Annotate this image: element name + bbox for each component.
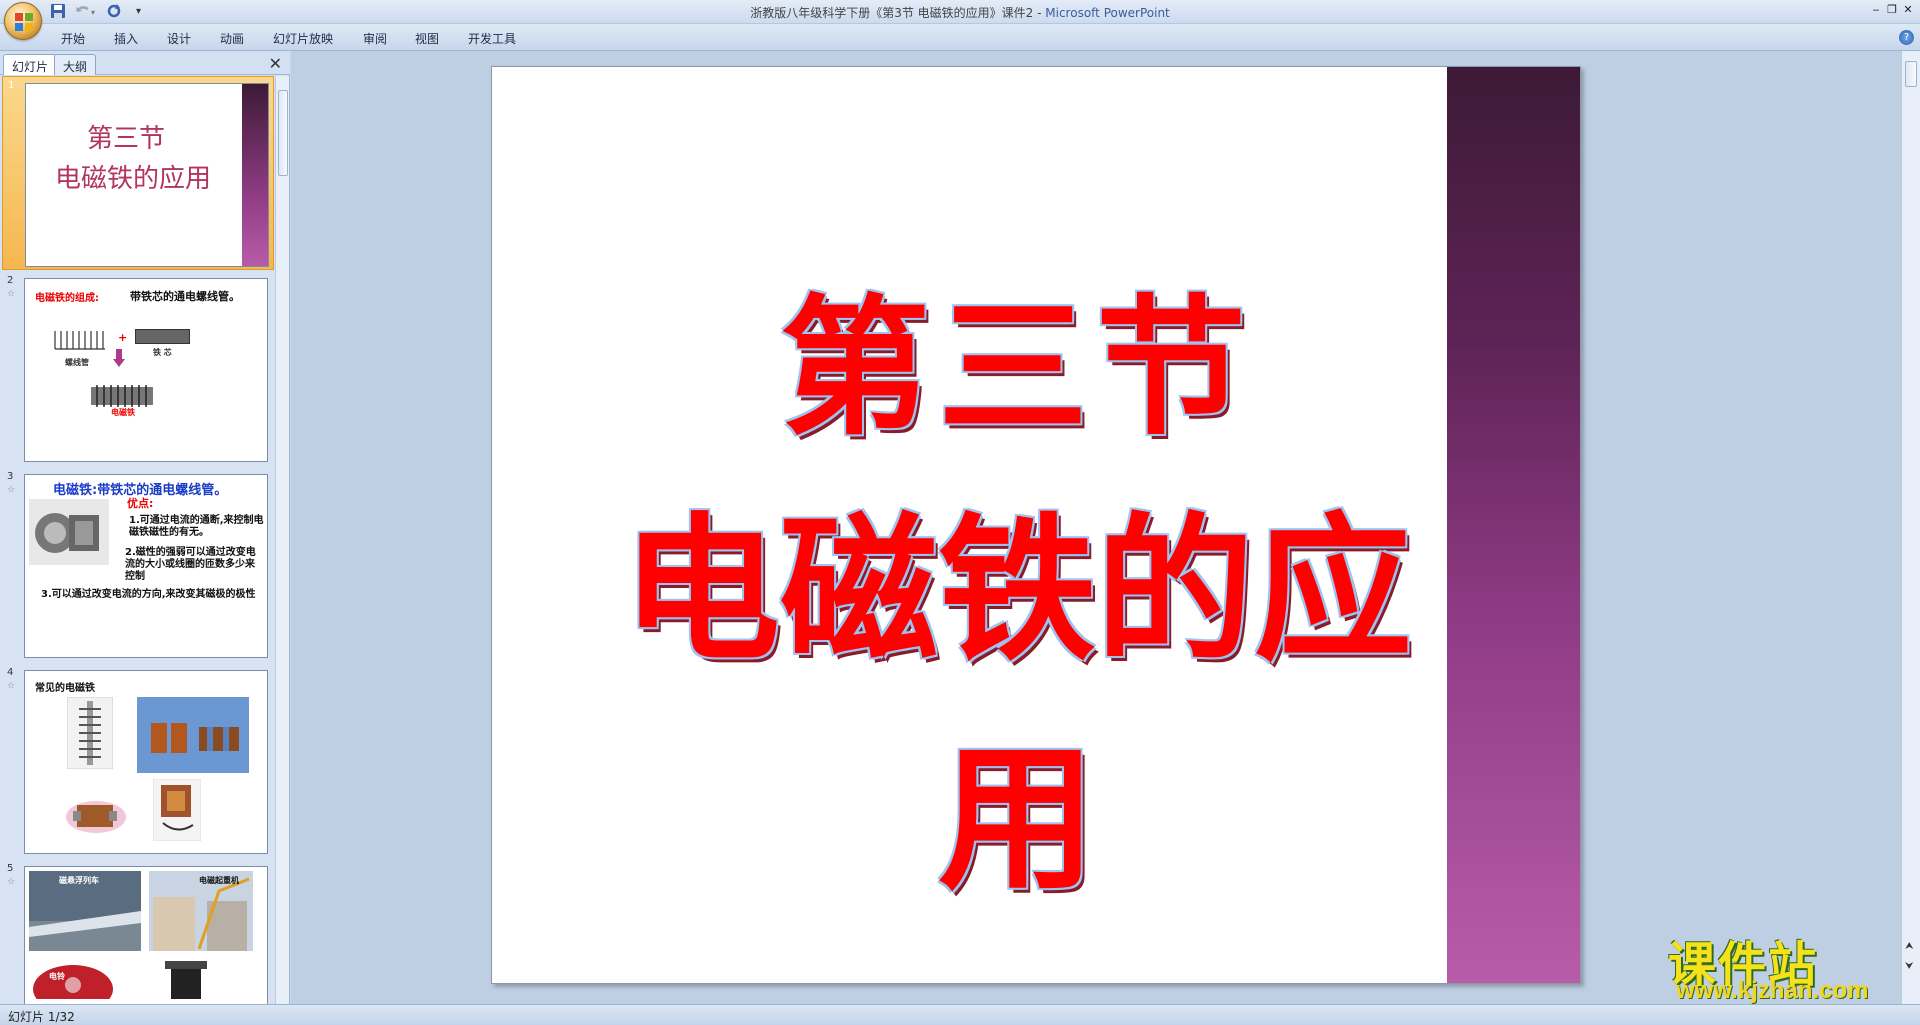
scrollbar-thumb[interactable] bbox=[278, 90, 288, 176]
electromagnet-icon bbox=[91, 385, 153, 407]
point-2: 2.磁性的强弱可以通过改变电流的大小或线圈的匝数多少来控制 bbox=[125, 547, 256, 582]
thumbnail-preview: 第三节 电磁铁的应用 bbox=[25, 83, 269, 267]
close-window-button[interactable]: ✕ bbox=[1900, 2, 1916, 18]
previous-slide-icon[interactable]: ⮝ bbox=[1905, 941, 1914, 952]
tab-insert[interactable]: 插入 bbox=[114, 30, 138, 47]
relay-photo bbox=[153, 779, 201, 841]
bell-photo bbox=[33, 965, 113, 999]
slide-number: 3 bbox=[7, 471, 14, 482]
tab-design[interactable]: 设计 bbox=[167, 30, 191, 47]
watermark-url: www.kjzhan.com bbox=[1676, 977, 1869, 1004]
slide-thumbnail-2[interactable]: 2 ☆ 电磁铁的组成: 带铁芯的通电螺线管。 螺线管 + 铁 芯 电磁铁 bbox=[2, 272, 274, 466]
animation-star-icon: ☆ bbox=[7, 877, 16, 887]
tab-slideshow[interactable]: 幻灯片放映 bbox=[273, 30, 333, 47]
thumbnail-preview: 磁悬浮列车 电磁起重机 电铃 bbox=[24, 866, 268, 1004]
slide-canvas[interactable]: 第三节 电磁铁的应用 bbox=[491, 66, 1581, 984]
slide-number: 4 bbox=[7, 667, 14, 678]
down-arrow-icon bbox=[113, 349, 125, 367]
caption-maglev: 磁悬浮列车 bbox=[59, 876, 99, 885]
tab-view[interactable]: 视图 bbox=[415, 30, 439, 47]
thumb-title-line2: 电磁铁的应用 bbox=[54, 164, 211, 194]
electromagnet-photo bbox=[29, 499, 109, 565]
core-label: 铁 芯 bbox=[153, 348, 172, 357]
help-icon[interactable]: ? bbox=[1899, 30, 1914, 45]
animation-star-icon: ☆ bbox=[7, 681, 16, 691]
app-name: Microsoft PowerPoint bbox=[1045, 6, 1170, 20]
thumb-advantage: 优点: bbox=[127, 497, 154, 510]
point-3: 3.可以通过改变电流的方向,来改变其磁极的极性 bbox=[41, 589, 256, 600]
slide-number: 1 bbox=[8, 80, 15, 91]
slide-thumbnail-4[interactable]: 4 ☆ 常见的电磁铁 bbox=[2, 664, 274, 858]
solenoid-photo bbox=[66, 801, 126, 833]
electromagnet-label: 电磁铁 bbox=[111, 408, 135, 417]
tab-outline[interactable]: 大纲 bbox=[54, 54, 97, 75]
device-photo bbox=[165, 961, 207, 999]
minimize-button[interactable]: ‒ bbox=[1868, 2, 1884, 18]
close-pane-icon[interactable]: ✕ bbox=[269, 54, 282, 73]
office-button[interactable] bbox=[4, 2, 42, 40]
slide-counter: 幻灯片 1/32 bbox=[8, 1010, 75, 1024]
pane-tabs: 幻灯片 大纲 ✕ bbox=[0, 51, 290, 75]
slide-title-line1[interactable]: 第三节 bbox=[642, 247, 1392, 464]
watermark-logo: 课件站 www.kjzhan.com bbox=[1668, 925, 1902, 1005]
tab-developer[interactable]: 开发工具 bbox=[468, 30, 516, 47]
scrollbar-thumb[interactable] bbox=[1905, 61, 1917, 87]
tab-home[interactable]: 开始 bbox=[61, 30, 85, 47]
ribbon-tabs: 开始 插入 设计 动画 幻灯片放映 审阅 视图 开发工具 ? bbox=[0, 24, 1920, 51]
slide-number: 2 bbox=[7, 275, 14, 286]
slides-pane: 幻灯片 大纲 ✕ 1 第三节 电磁铁的应用 2 ☆ 电磁铁的组成: 带铁芯的通电… bbox=[0, 51, 290, 1004]
thumb-title-line1: 第三节 bbox=[86, 124, 165, 154]
main-scrollbar[interactable]: ⮝ ⮟ bbox=[1901, 51, 1920, 1004]
tab-slides[interactable]: 幻灯片 bbox=[3, 54, 58, 75]
document-title: 浙教版八年级科学下册《第3节 电磁铁的应用》课件2 - bbox=[750, 6, 1046, 20]
office-logo-icon bbox=[15, 13, 33, 31]
slide-thumbnail-1[interactable]: 1 第三节 电磁铁的应用 bbox=[2, 76, 274, 270]
thumbnail-preview: 常见的电磁铁 bbox=[24, 670, 268, 854]
tab-animations[interactable]: 动画 bbox=[220, 30, 244, 47]
plus-sign: + bbox=[118, 331, 128, 344]
slide-thumbnail-5[interactable]: 5 ☆ 磁悬浮列车 电磁起重机 电铃 bbox=[2, 860, 274, 1004]
window-title: 浙教版八年级科学下册《第3节 电磁铁的应用》课件2 - Microsoft Po… bbox=[0, 4, 1920, 21]
coil-label: 螺线管 bbox=[65, 358, 89, 367]
coil-icon bbox=[54, 331, 105, 350]
slide-editing-area: 第三节 电磁铁的应用 bbox=[291, 51, 1901, 1004]
thumb-side-band bbox=[242, 84, 268, 266]
slide-thumbnail-3[interactable]: 3 ☆ 电磁铁:带铁芯的通电螺线管。 优点: 1.可通过电流的通断,来控制电磁铁… bbox=[2, 468, 274, 662]
thumbnail-list: 1 第三节 电磁铁的应用 2 ☆ 电磁铁的组成: 带铁芯的通电螺线管。 螺线管 … bbox=[0, 76, 275, 1004]
animation-star-icon: ☆ bbox=[7, 289, 16, 299]
next-slide-icon[interactable]: ⮟ bbox=[1905, 961, 1914, 972]
maximize-button[interactable]: ❐ bbox=[1884, 2, 1900, 18]
status-bar: 幻灯片 1/32 bbox=[0, 1004, 1920, 1025]
thumbnail-preview: 电磁铁的组成: 带铁芯的通电螺线管。 螺线管 + 铁 芯 电磁铁 bbox=[24, 278, 268, 462]
point-1: 1.可通过电流的通断,来控制电磁铁磁性的有无。 bbox=[129, 515, 264, 538]
tab-review[interactable]: 审阅 bbox=[363, 30, 387, 47]
caption-crane: 电磁起重机 bbox=[199, 876, 239, 885]
slide-title-line2[interactable]: 电磁铁的应用 bbox=[567, 462, 1467, 920]
animation-star-icon: ☆ bbox=[7, 485, 16, 495]
electromagnets-photo bbox=[137, 697, 249, 773]
iron-core bbox=[135, 329, 190, 344]
thumb-title: 带铁芯的通电螺线管。 bbox=[130, 290, 240, 303]
thumbnail-scrollbar[interactable] bbox=[275, 76, 289, 1004]
thumb-title: 常见的电磁铁 bbox=[35, 683, 95, 694]
thumb-red-label: 电磁铁的组成: bbox=[35, 293, 99, 304]
slide-number: 5 bbox=[7, 863, 14, 874]
thumbnail-preview: 电磁铁:带铁芯的通电螺线管。 优点: 1.可通过电流的通断,来控制电磁铁磁性的有… bbox=[24, 474, 268, 658]
title-bar: ▾ ▾ 浙教版八年级科学下册《第3节 电磁铁的应用》课件2 - Microsof… bbox=[0, 0, 1920, 24]
coil-photo bbox=[67, 697, 113, 769]
caption-bell: 电铃 bbox=[49, 972, 65, 981]
